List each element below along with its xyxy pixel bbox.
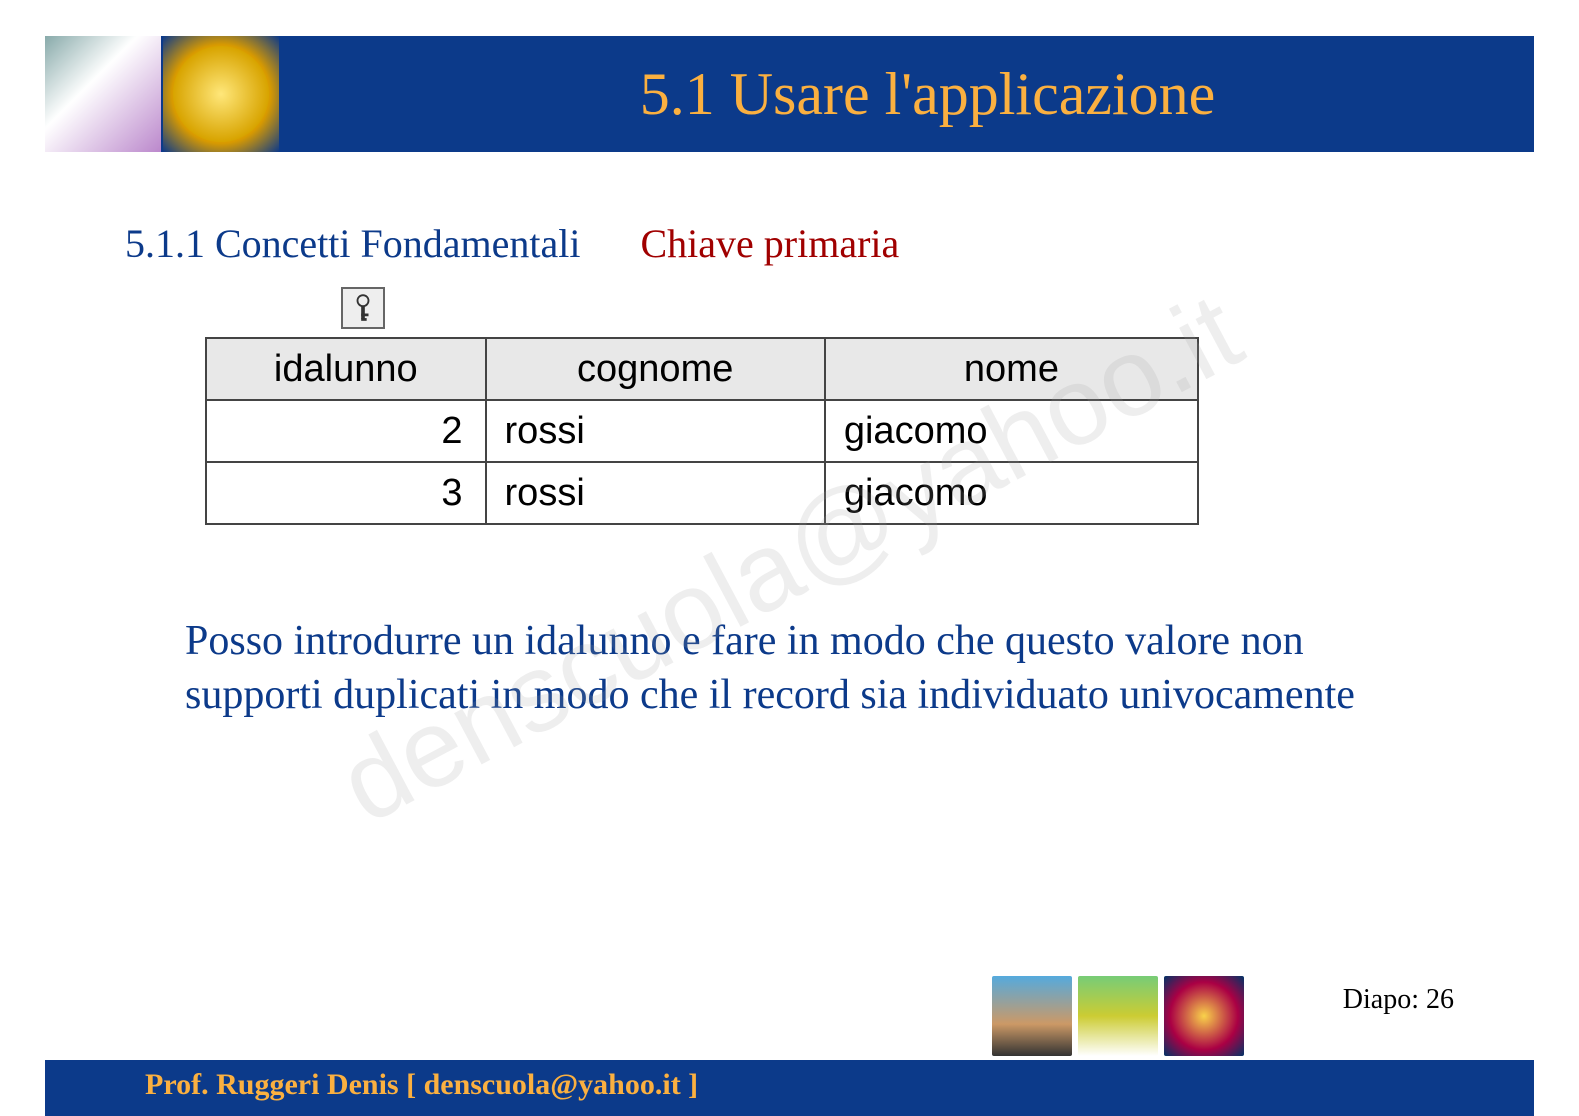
subtitle-row: 5.1.1 Concetti Fondamentali Chiave prima… xyxy=(125,220,1534,267)
section-number: 5.1.1 Concetti Fondamentali xyxy=(125,220,581,267)
cell-id: 2 xyxy=(206,400,486,462)
primary-key-icon xyxy=(341,287,385,329)
footer-decor-image-3 xyxy=(1164,976,1244,1056)
table-row: 3 rossi giacomo xyxy=(206,462,1198,524)
header-decor-image-2 xyxy=(163,36,279,152)
diapo-number: 26 xyxy=(1426,984,1454,1015)
table-row: 2 rossi giacomo xyxy=(206,400,1198,462)
key-icon xyxy=(352,293,374,323)
table-header-row: idalunno cognome nome xyxy=(206,338,1198,400)
footer-image-strip xyxy=(992,976,1244,1056)
diapo-label: Diapo: xyxy=(1343,984,1419,1015)
cell-id: 3 xyxy=(206,462,486,524)
header-bar: 5.1 Usare l'applicazione xyxy=(45,36,1534,152)
cell-cognome: rossi xyxy=(486,400,825,462)
col-header-idalunno: idalunno xyxy=(206,338,486,400)
header-image-strip xyxy=(45,36,281,152)
cell-nome: giacomo xyxy=(825,462,1198,524)
col-header-cognome: cognome xyxy=(486,338,825,400)
section-topic: Chiave primaria xyxy=(641,220,900,267)
cell-cognome: rossi xyxy=(486,462,825,524)
footer-decor-image-1 xyxy=(992,976,1072,1056)
col-header-nome: nome xyxy=(825,338,1198,400)
slide-number: Diapo: 26 xyxy=(1343,984,1454,1016)
body-paragraph: Posso introdurre un idalunno e fare in m… xyxy=(185,615,1444,723)
footer-decor-image-2 xyxy=(1078,976,1158,1056)
page-title: 5.1 Usare l'applicazione xyxy=(281,60,1534,129)
footer-author: Prof. Ruggeri Denis [ denscuola@yahoo.it… xyxy=(145,1068,698,1102)
header-decor-image-1 xyxy=(45,36,161,152)
slide: denscuola@yahoo.it 5.1 Usare l'applicazi… xyxy=(45,0,1534,1116)
header-banner: 5.1 Usare l'applicazione xyxy=(45,0,1534,180)
cell-nome: giacomo xyxy=(825,400,1198,462)
database-table: idalunno cognome nome 2 rossi giacomo 3 … xyxy=(205,337,1199,525)
